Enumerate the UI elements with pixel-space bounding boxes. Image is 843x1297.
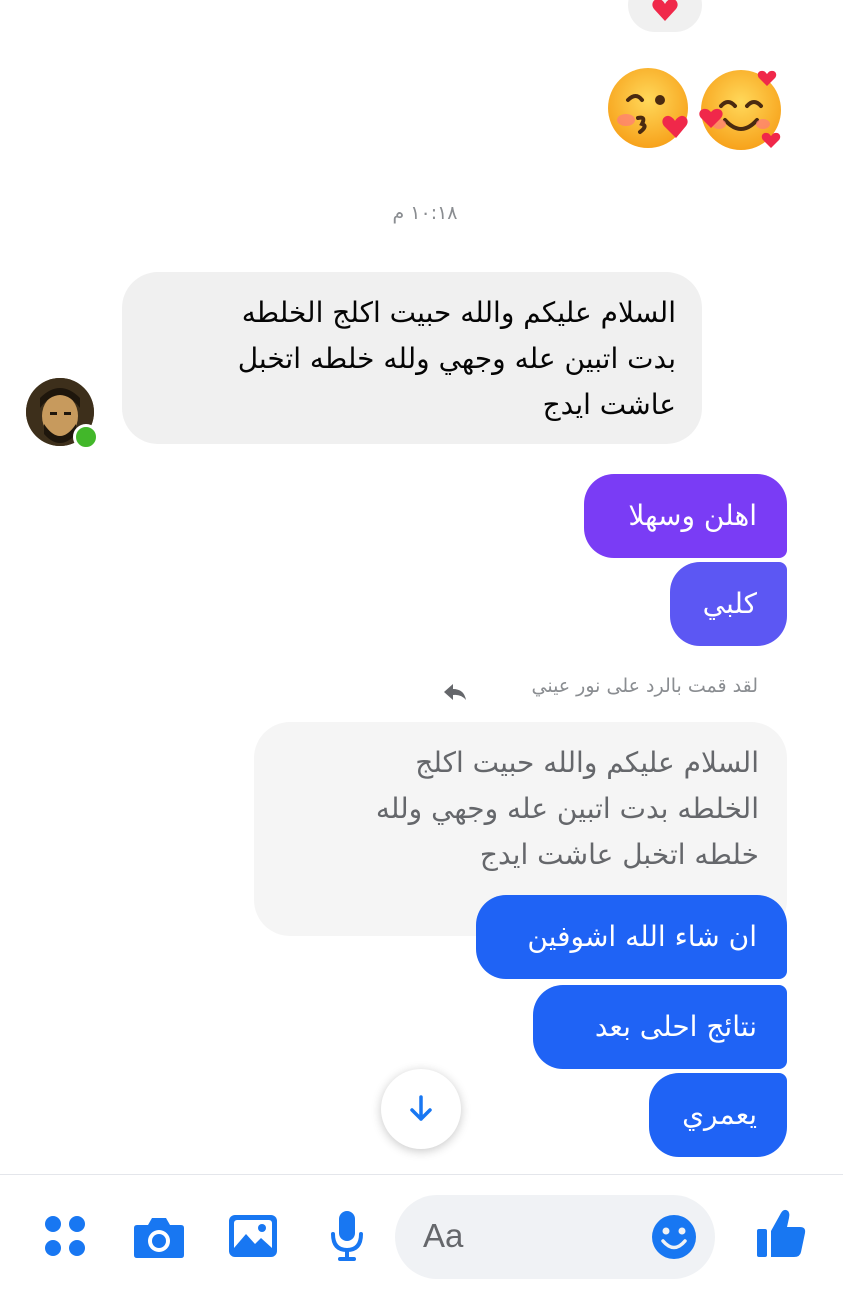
message-text: اهلن وسهلا [628, 499, 757, 532]
composer-divider [0, 1174, 843, 1175]
outgoing-message-bubble[interactable]: نتائج احلى بعد [533, 985, 787, 1069]
emoji-icon[interactable] [651, 1214, 697, 1260]
reaction-pill[interactable] [628, 0, 702, 32]
microphone-icon[interactable] [330, 1210, 364, 1262]
heart-icon [652, 0, 678, 21]
reply-context-label: لقد قمت بالرد على نور عيني [531, 675, 759, 697]
outgoing-message-bubble[interactable]: كلبي [670, 562, 787, 646]
incoming-message-line: السلام عليكم والله حبيت اكلج الخلطه [241, 296, 676, 329]
message-text: نتائج احلى بعد [594, 1010, 757, 1043]
gallery-icon[interactable] [228, 1214, 278, 1258]
messenger-chat-screen: ١٠:١٨ م السلام عليكم والله حبيت اكلج الخ… [0, 0, 843, 1297]
quoted-message-line: خلطه اتخبل عاشت ايدج [479, 838, 759, 871]
message-input[interactable]: Aa [395, 1195, 715, 1279]
incoming-message-line: عاشت ايدج [542, 388, 676, 421]
message-text: يعمري [682, 1098, 757, 1131]
outgoing-message-bubble[interactable]: ان شاء الله اشوفين [476, 895, 787, 979]
message-text: كلبي [702, 587, 757, 620]
message-input-placeholder: Aa [423, 1217, 464, 1254]
message-timestamp: ١٠:١٨ م [392, 202, 458, 224]
outgoing-message-bubble[interactable]: اهلن وسهلا [584, 474, 787, 558]
arrow-down-icon [410, 1095, 432, 1121]
outgoing-message-bubble[interactable]: يعمري [649, 1073, 787, 1157]
incoming-message-line: بدت اتبين عله وجهي ولله خلطه اتخبل [237, 342, 676, 375]
smiling-face-with-hearts-emoji[interactable] [697, 64, 787, 154]
thumbs-up-icon[interactable] [755, 1207, 807, 1259]
quoted-message-line: السلام عليكم والله حبيت اكلج [415, 746, 759, 779]
kissing-heart-emoji[interactable] [606, 66, 692, 152]
online-status-dot [73, 424, 99, 450]
quoted-message-line: الخلطه بدت اتبين عله وجهي ولله [375, 792, 759, 825]
scroll-to-bottom-button[interactable] [381, 1069, 461, 1149]
camera-icon[interactable] [133, 1215, 185, 1259]
message-text: ان شاء الله اشوفين [527, 920, 757, 953]
apps-icon[interactable] [43, 1214, 87, 1258]
incoming-message-bubble[interactable]: السلام عليكم والله حبيت اكلج الخلطه بدت … [122, 272, 702, 444]
